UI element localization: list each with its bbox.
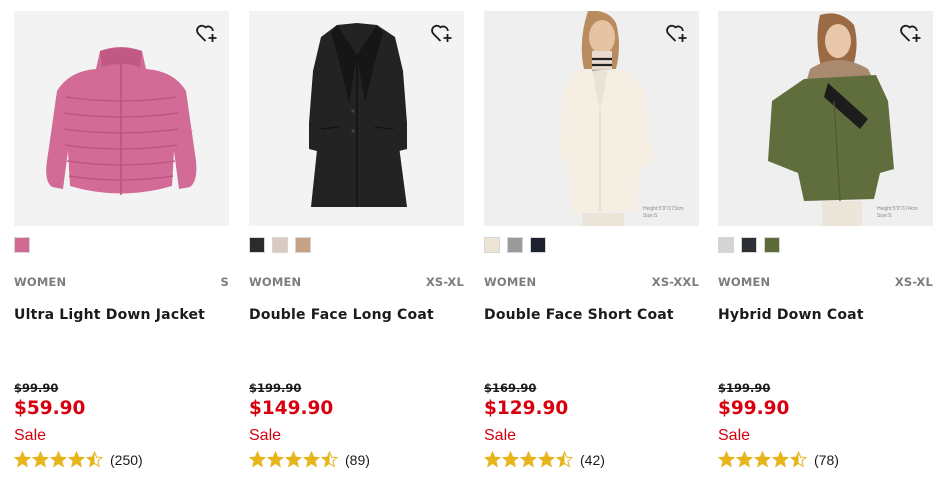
original-price: $99.90 bbox=[14, 381, 59, 395]
color-swatch[interactable] bbox=[14, 237, 30, 253]
star-full-icon bbox=[754, 451, 771, 468]
star-full-icon bbox=[50, 451, 67, 468]
color-swatch[interactable] bbox=[272, 237, 288, 253]
gender-label: WOMEN bbox=[718, 275, 771, 289]
gender-label: WOMEN bbox=[249, 275, 302, 289]
product-image[interactable]: Height:5'9"/174cm Size:S bbox=[718, 11, 933, 226]
star-full-icon bbox=[484, 451, 501, 468]
color-swatches bbox=[14, 237, 30, 253]
model-height-note: Height:5'9"/174cm Size:S bbox=[877, 206, 918, 219]
original-price: $169.90 bbox=[484, 381, 537, 395]
sale-price: $59.90 bbox=[14, 398, 86, 419]
product-card[interactable]: Height:5'9"/173cm Size:S WOMEN XS-XXL Do… bbox=[484, 11, 699, 481]
add-to-favorites-icon[interactable] bbox=[430, 21, 454, 45]
gender-label: WOMEN bbox=[484, 275, 537, 289]
review-count[interactable]: (89) bbox=[345, 452, 370, 468]
star-half-icon bbox=[556, 451, 573, 468]
product-image[interactable] bbox=[249, 11, 464, 226]
star-half-icon bbox=[321, 451, 338, 468]
star-full-icon bbox=[772, 451, 789, 468]
product-name[interactable]: Double Face Long Coat bbox=[249, 307, 464, 323]
star-full-icon bbox=[14, 451, 31, 468]
product-card[interactable]: WOMEN XS-XL Double Face Long Coat $199.9… bbox=[249, 11, 464, 481]
product-grid: WOMEN S Ultra Light Down Jacket $99.90 $… bbox=[0, 0, 944, 490]
color-swatch[interactable] bbox=[484, 237, 500, 253]
product-name[interactable]: Ultra Light Down Jacket bbox=[14, 307, 229, 323]
color-swatch[interactable] bbox=[764, 237, 780, 253]
star-half-icon bbox=[790, 451, 807, 468]
star-full-icon bbox=[249, 451, 266, 468]
sale-price: $99.90 bbox=[718, 398, 790, 419]
star-full-icon bbox=[538, 451, 555, 468]
product-card[interactable]: WOMEN S Ultra Light Down Jacket $99.90 $… bbox=[14, 11, 229, 481]
color-swatches bbox=[718, 237, 780, 253]
color-swatches bbox=[249, 237, 311, 253]
rating: (250) bbox=[14, 451, 143, 468]
star-full-icon bbox=[718, 451, 735, 468]
star-rating bbox=[484, 451, 573, 468]
gender-label: WOMEN bbox=[14, 275, 67, 289]
add-to-favorites-icon[interactable] bbox=[195, 21, 219, 45]
star-full-icon bbox=[32, 451, 49, 468]
add-to-favorites-icon[interactable] bbox=[665, 21, 689, 45]
model-height-note: Height:5'9"/173cm Size:S bbox=[643, 206, 684, 219]
product-meta: WOMEN XS-XL bbox=[249, 275, 464, 289]
star-rating bbox=[249, 451, 338, 468]
size-range: XS-XXL bbox=[651, 275, 699, 289]
sale-flag: Sale bbox=[484, 427, 517, 444]
product-name[interactable]: Hybrid Down Coat bbox=[718, 307, 933, 323]
color-swatch[interactable] bbox=[530, 237, 546, 253]
star-half-icon bbox=[86, 451, 103, 468]
original-price: $199.90 bbox=[249, 381, 302, 395]
star-full-icon bbox=[303, 451, 320, 468]
star-full-icon bbox=[267, 451, 284, 468]
color-swatch[interactable] bbox=[249, 237, 265, 253]
star-full-icon bbox=[520, 451, 537, 468]
product-meta: WOMEN XS-XL bbox=[718, 275, 933, 289]
star-rating bbox=[14, 451, 103, 468]
sale-flag: Sale bbox=[14, 427, 47, 444]
review-count[interactable]: (78) bbox=[814, 452, 839, 468]
star-full-icon bbox=[502, 451, 519, 468]
product-meta: WOMEN XS-XXL bbox=[484, 275, 699, 289]
add-to-favorites-icon[interactable] bbox=[899, 21, 923, 45]
sale-price: $129.90 bbox=[484, 398, 569, 419]
star-full-icon bbox=[285, 451, 302, 468]
product-card[interactable]: Height:5'9"/174cm Size:S WOMEN XS-XL Hyb… bbox=[718, 11, 933, 481]
color-swatch[interactable] bbox=[741, 237, 757, 253]
size-range: S bbox=[220, 275, 229, 289]
size-range: XS-XL bbox=[894, 275, 933, 289]
rating: (78) bbox=[718, 451, 839, 468]
color-swatch[interactable] bbox=[507, 237, 523, 253]
review-count[interactable]: (42) bbox=[580, 452, 605, 468]
size-range: XS-XL bbox=[425, 275, 464, 289]
color-swatches bbox=[484, 237, 546, 253]
product-image[interactable]: Height:5'9"/173cm Size:S bbox=[484, 11, 699, 226]
sale-price: $149.90 bbox=[249, 398, 334, 419]
star-full-icon bbox=[736, 451, 753, 468]
color-swatch[interactable] bbox=[295, 237, 311, 253]
star-full-icon bbox=[68, 451, 85, 468]
sale-flag: Sale bbox=[718, 427, 751, 444]
sale-flag: Sale bbox=[249, 427, 282, 444]
product-image[interactable] bbox=[14, 11, 229, 226]
rating: (89) bbox=[249, 451, 370, 468]
product-name[interactable]: Double Face Short Coat bbox=[484, 307, 699, 323]
review-count[interactable]: (250) bbox=[110, 452, 143, 468]
original-price: $199.90 bbox=[718, 381, 771, 395]
color-swatch[interactable] bbox=[718, 237, 734, 253]
rating: (42) bbox=[484, 451, 605, 468]
star-rating bbox=[718, 451, 807, 468]
product-meta: WOMEN S bbox=[14, 275, 229, 289]
